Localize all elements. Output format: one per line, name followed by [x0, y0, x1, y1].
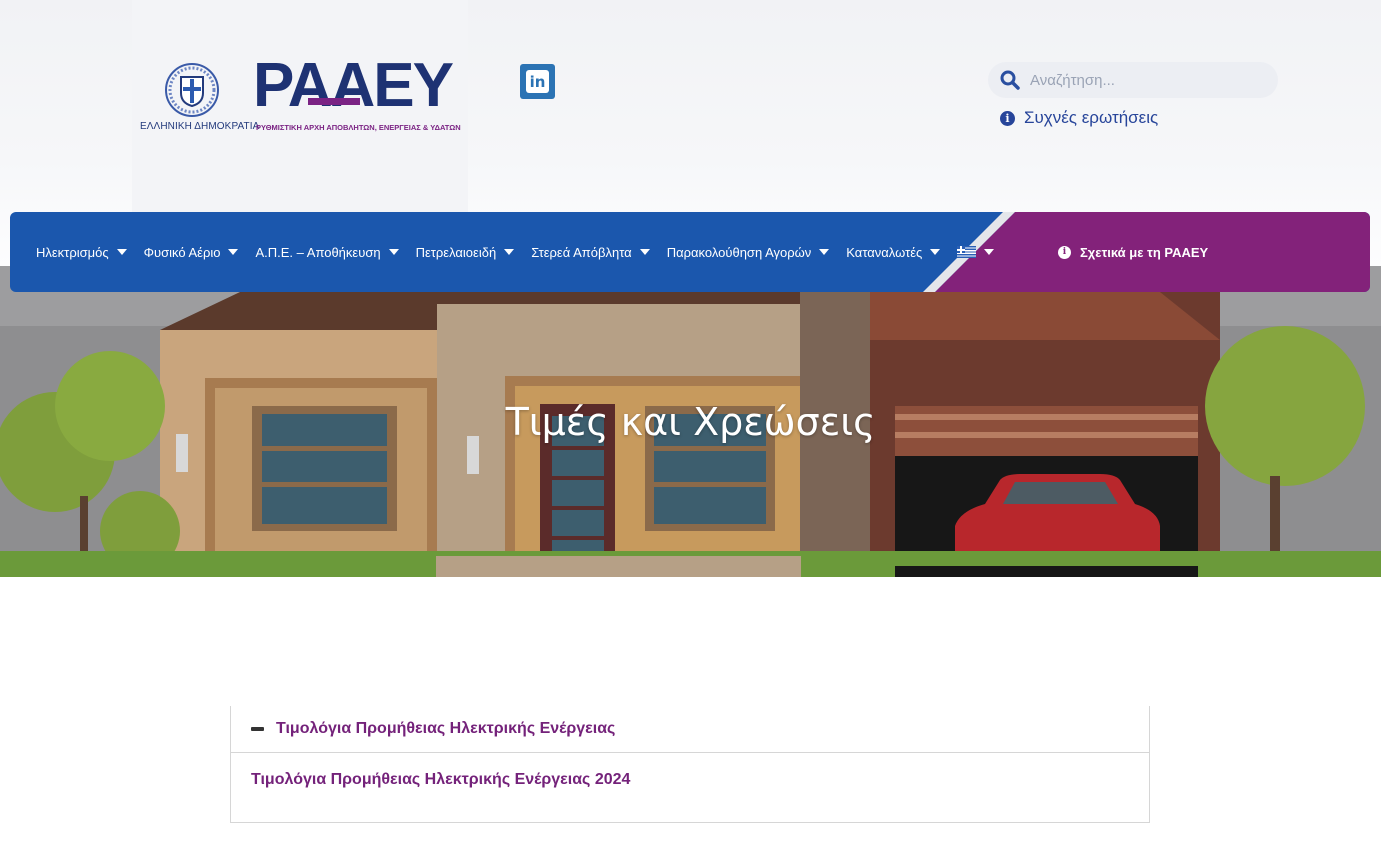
caret-down-icon — [930, 249, 941, 255]
greek-flag-icon — [957, 246, 977, 258]
about-link[interactable]: i Σχετικά με τη ΡΑΑΕΥ — [1058, 212, 1208, 292]
brand-subtitle: ΡΥΘΜΙΣΤΙΚΗ ΑΡΧΗ ΑΠΟΒΛΗΤΩΝ, ΕΝΕΡΓΕΙΑΣ & Υ… — [256, 123, 461, 132]
nav-item-natural-gas[interactable]: Φυσικό Αέριο — [144, 245, 239, 260]
caret-down-icon — [388, 249, 399, 255]
search-icon[interactable] — [1000, 70, 1020, 90]
accordion-title: Τιμολόγια Προμήθειας Ηλεκτρικής Ενέργεια… — [276, 720, 616, 737]
linkedin-icon: in — [526, 70, 549, 93]
nav-item-label: Καταναλωτές — [846, 244, 923, 260]
faq-label: Συχνές ερωτήσεις — [1024, 108, 1159, 127]
faq-link[interactable]: i Συχνές ερωτήσεις — [1000, 108, 1158, 128]
info-icon: i — [1000, 110, 1015, 126]
tariffs-2024-link[interactable]: Τιμολόγια Προμήθειας Ηλεκτρικής Ενέργεια… — [251, 771, 630, 788]
coat-of-arms-icon — [165, 63, 219, 117]
language-switcher[interactable] — [957, 246, 995, 258]
nav-item-electricity[interactable]: Ηλεκτρισμός — [36, 245, 127, 260]
linkedin-link[interactable]: in — [520, 64, 555, 99]
gov-label: ΕΛΛΗΝΙΚΗ ΔΗΜΟΚΡΑΤΙΑ — [140, 121, 260, 132]
search-input[interactable] — [1030, 62, 1260, 98]
brand-accent-bar — [308, 98, 360, 105]
about-label: Σχετικά με τη ΡΑΑΕΥ — [1080, 244, 1209, 260]
accordion-header[interactable]: Τιμολόγια Προμήθειας Ηλεκτρικής Ενέργεια… — [231, 706, 1149, 753]
nav-item-label: Ηλεκτρισμός — [36, 244, 109, 260]
accordion-body: Τιμολόγια Προμήθειας Ηλεκτρικής Ενέργεια… — [231, 753, 1149, 789]
nav-item-renewables-storage[interactable]: Α.Π.Ε. – Αποθήκευση — [255, 244, 399, 260]
nav-item-label: Στερεά Απόβλητα — [531, 244, 632, 260]
main-nav: Ηλεκτρισμός Φυσικό Αέριο Α.Π.Ε. – Αποθήκ… — [10, 212, 1370, 292]
nav-item-consumers[interactable]: Καταναλωτές — [846, 244, 941, 260]
nav-item-market-monitoring[interactable]: Παρακολούθηση Αγορών — [667, 245, 830, 260]
caret-down-icon — [819, 249, 830, 255]
collapse-minus-icon — [251, 727, 264, 731]
page: ΕΛΛΗΝΙΚΗ ΔΗΜΟΚΡΑΤΙΑ ΡΑΑΕΥ ΡΥΘΜΙΣΤΙΚΗ ΑΡΧ… — [0, 0, 1381, 859]
nav-item-petroleum[interactable]: Πετρελαιοειδή — [416, 245, 515, 260]
nav-menu: Ηλεκτρισμός Φυσικό Αέριο Α.Π.Ε. – Αποθήκ… — [36, 212, 1011, 292]
brand-wordmark: ΡΑΑΕΥ — [253, 51, 454, 120]
info-icon: i — [1058, 245, 1071, 259]
nav-item-label: Πετρελαιοειδή — [415, 244, 497, 260]
caret-down-icon — [116, 249, 127, 255]
site-logo[interactable]: ΕΛΛΗΝΙΚΗ ΔΗΜΟΚΡΑΤΙΑ ΡΑΑΕΥ ΡΥΘΜΙΣΤΙΚΗ ΑΡΧ… — [140, 54, 461, 138]
caret-down-icon — [984, 249, 995, 255]
page-title: Τιμές και Χρεώσεις — [505, 400, 876, 444]
nav-item-label: Παρακολούθηση Αγορών — [666, 244, 812, 260]
search-bar[interactable] — [988, 62, 1278, 98]
nav-item-label: Φυσικό Αέριο — [143, 244, 221, 260]
hero-banner: Τιμές και Χρεώσεις — [0, 266, 1381, 577]
nav-item-label: Α.Π.Ε. – Αποθήκευση — [255, 244, 381, 260]
caret-down-icon — [228, 249, 239, 255]
caret-down-icon — [504, 249, 515, 255]
tariffs-accordion: Τιμολόγια Προμήθειας Ηλεκτρικής Ενέργεια… — [230, 706, 1150, 823]
nav-item-solid-waste[interactable]: Στερεά Απόβλητα — [531, 245, 650, 260]
caret-down-icon — [639, 249, 650, 255]
